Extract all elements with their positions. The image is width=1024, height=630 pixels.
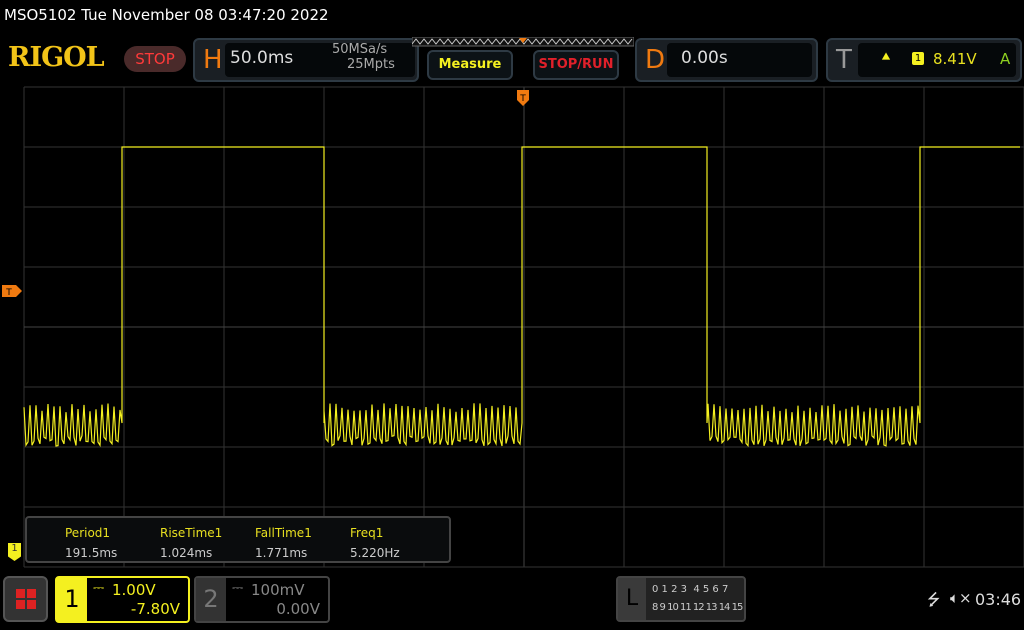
clock: 03:46 — [975, 590, 1021, 609]
channel-offset: 0.00V — [276, 600, 320, 618]
measurement-label: Freq1 — [350, 526, 383, 540]
measurement-label: RiseTime1 — [160, 526, 222, 540]
waveform-display[interactable]: T T — [0, 86, 1024, 570]
trigger-level: 8.41V — [933, 50, 977, 68]
trigger-mode: A — [1000, 50, 1010, 68]
dc-coupling-icon: ⎓ — [232, 580, 243, 596]
measure-button[interactable]: Measure — [427, 50, 513, 80]
measurement-value: 1.771ms — [255, 546, 307, 560]
dc-coupling-icon: ⎓ — [93, 580, 104, 596]
trigger-panel[interactable]: T — [826, 38, 1022, 82]
main-menu-button[interactable] — [3, 576, 48, 622]
channel-scale: 1.00V — [112, 581, 156, 599]
logic-panel[interactable]: L 0 1 2 3 4 5 6 7 8 9 10 11 12 13 14 15 — [616, 576, 746, 622]
trigger-letter: T — [836, 45, 852, 75]
measurement-value: 5.220Hz — [350, 546, 400, 560]
delay-letter: D — [645, 45, 665, 75]
sample-rate: 50MSa/s — [332, 42, 387, 57]
trigger-level-marker — [2, 285, 22, 297]
waveform-overview[interactable] — [412, 37, 634, 47]
trigger-source: 1 — [912, 52, 924, 65]
timebase-value: 50.0ms — [230, 48, 293, 68]
measurement-label: Period1 — [65, 526, 110, 540]
stop-run-button[interactable]: STOP/RUN — [533, 50, 619, 80]
trigger-level-label: T — [5, 288, 12, 298]
trigger-position-label: T — [519, 94, 526, 104]
channel-scale: 100mV — [251, 581, 305, 599]
run-state-badge[interactable]: STOP — [124, 46, 186, 72]
grid-menu-icon — [5, 578, 46, 620]
delay-value: 0.00s — [681, 48, 728, 68]
channel-2-panel[interactable]: 2 ⎓ 100mV 0.00V — [194, 576, 330, 623]
logic-letter: L — [618, 578, 646, 620]
channel-number: 1 — [57, 578, 87, 621]
window-title: MSO5102 Tue November 08 03:47:20 2022 — [4, 6, 329, 24]
measurement-value: 1.024ms — [160, 546, 212, 560]
measurement-value: 191.5ms — [65, 546, 117, 560]
memory-depth: 25Mpts — [347, 57, 395, 72]
horizontal-letter: H — [203, 45, 223, 75]
measurement-panel: Period1 191.5ms RiseTime1 1.024ms FallTi… — [25, 516, 451, 563]
rising-edge-icon: ⯅ — [880, 48, 892, 66]
measurement-label: FallTime1 — [255, 526, 312, 540]
logic-channels-row2: 8 9 10 11 12 13 14 15 — [652, 602, 742, 613]
channel-number: 2 — [196, 578, 226, 621]
rigol-logo: RIGOL — [8, 42, 104, 73]
logic-channels-row1: 0 1 2 3 4 5 6 7 — [652, 584, 728, 595]
channel-offset: -7.80V — [131, 600, 180, 618]
usb-icon: ⭍ — [927, 589, 940, 616]
mute-icon[interactable]: 🔈︎× — [950, 589, 972, 607]
channel-1-panel[interactable]: 1 ⎓ 1.00V -7.80V — [55, 576, 190, 623]
